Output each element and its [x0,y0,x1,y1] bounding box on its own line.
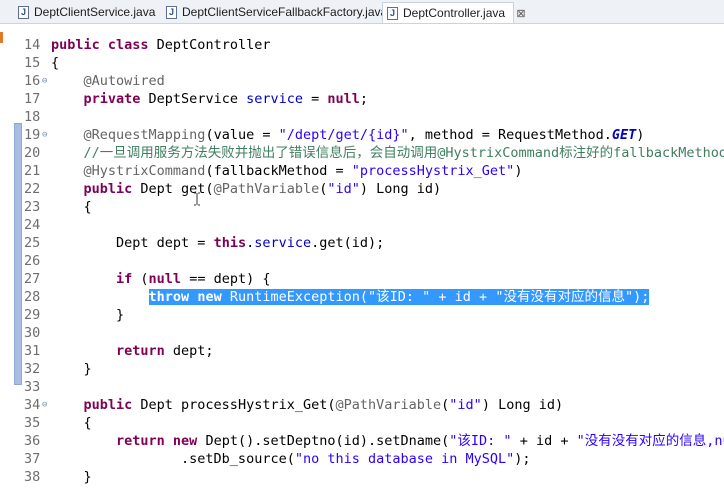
code-text: public class DeptController [51,37,271,53]
code-text: return dept; [51,343,214,359]
code-line[interactable]: 27 if (null == dept) { [0,270,724,288]
code-line[interactable]: 33 [0,378,724,396]
code-text: return new Dept().setDeptno(id).setDname… [51,433,724,449]
line-number: 21 [24,163,41,179]
line-number: 28 [24,289,41,305]
fold-toggle-icon[interactable]: ⊖ [42,396,47,414]
line-number: 37 [24,451,41,467]
code-text: @HystrixCommand(fallbackMethod = "proces… [51,163,523,179]
code-text: //一旦调用服务方法失败并抛出了错误信息后，会自动调用@HystrixComma… [51,145,724,161]
line-number: 27 [24,271,41,287]
code-text: public Dept processHystrix_Get(@PathVari… [51,397,564,413]
code-line[interactable]: 32 } [0,360,724,378]
code-line[interactable]: 16 ⊖ @Autowired [0,72,724,90]
code-text: @Autowired [51,73,165,89]
code-line[interactable]: 35 { [0,414,724,432]
tab-label: DeptClientServiceFallbackFactory.java [182,5,388,19]
selected-text: throw new RuntimeException("该ID: " + id … [148,289,650,305]
line-number: 30 [24,325,41,341]
line-number: 20 [24,145,41,161]
java-file-icon: J [387,7,398,20]
code-line[interactable]: 30 [0,324,724,342]
code-text: if (null == dept) { [51,271,271,287]
code-line[interactable]: 15 { [0,54,724,72]
code-text: { [51,415,92,431]
code-line[interactable]: 14 public class DeptController [0,36,724,54]
tab-dept-client-service[interactable]: J DeptClientService.java [14,2,156,23]
line-number: 23 [24,199,41,215]
code-line[interactable]: 37 .setDb_source("no this database in My… [0,450,724,468]
code-line[interactable]: 28 throw new RuntimeException("该ID: " + … [0,288,724,306]
line-number: 31 [24,343,41,359]
code-text: private DeptService service = null; [51,91,369,107]
code-line[interactable]: 23 { [0,198,724,216]
code-line[interactable]: 19 ⊖ @RequestMapping(value = "/dept/get/{… [0,126,724,144]
code-text: .setDb_source("no this database in MySQL… [51,451,531,467]
code-line[interactable]: 29 } [0,306,724,324]
line-number: 17 [24,91,41,107]
tab-label: DeptClientService.java [34,5,156,19]
fold-toggle-icon[interactable]: ⊖ [42,72,47,90]
code-line[interactable]: 20 //一旦调用服务方法失败并抛出了错误信息后，会自动调用@HystrixCo… [0,144,724,162]
code-text: public Dept get(@PathVariable("id") Long… [51,181,442,197]
line-number: 32 [24,361,41,377]
java-file-icon: J [166,6,177,19]
code-line[interactable]: 24 [0,216,724,234]
line-number: 36 [24,433,41,449]
editor-tab-bar: J DeptClientService.java J DeptClientSer… [0,0,724,24]
text-cursor-icon [194,192,200,206]
code-line[interactable]: 17 private DeptService service = null; [0,90,724,108]
java-file-icon: J [18,6,29,19]
code-line[interactable]: 36 return new Dept().setDeptno(id).setDn… [0,432,724,450]
line-number: 25 [24,235,41,251]
code-line[interactable]: 38 } [0,468,724,486]
line-number: 33 [24,379,41,395]
code-line[interactable]: 25 Dept dept = this.service.get(id); [0,234,724,252]
code-line[interactable]: 31 return dept; [0,342,724,360]
code-editor[interactable]: 14 public class DeptController 15 {16 ⊖ @Aut… [0,24,724,496]
code-text: Dept dept = this.service.get(id); [51,235,385,251]
line-number: 26 [24,253,41,269]
line-number: 24 [24,217,41,233]
tab-label: DeptController.java [403,6,506,20]
line-number: 35 [24,415,41,431]
code-text: throw new RuntimeException("该ID: " + id … [51,288,650,306]
code-line[interactable]: 26 [0,252,724,270]
line-number: 38 [24,469,41,485]
fold-toggle-icon[interactable]: ⊖ [42,126,47,144]
code-line[interactable]: 22 public Dept get(@PathVariable("id") L… [0,180,724,198]
code-text: { [51,199,92,215]
code-line[interactable]: 21 @HystrixCommand(fallbackMethod = "pro… [0,162,724,180]
line-number: 14 [24,37,41,53]
tab-dept-controller[interactable]: J DeptController.java ⊠ [382,2,526,23]
tab-dept-client-service-fallback-factory[interactable]: J DeptClientServiceFallbackFactory.java [162,2,387,23]
code-text: } [51,469,92,485]
code-line[interactable]: 18 [0,108,724,126]
code-text: @RequestMapping(value = "/dept/get/{id}"… [51,127,645,143]
line-number: 29 [24,307,41,323]
line-number: 18 [24,109,41,125]
code-text: } [51,361,92,377]
line-number: 15 [24,55,41,71]
code-text: { [51,55,60,71]
line-number: 22 [24,181,41,197]
close-icon[interactable]: ⊠ [516,8,525,20]
code-line[interactable]: 34 ⊖ public Dept processHystrix_Get(@Path… [0,396,724,414]
code-text: } [51,307,125,323]
